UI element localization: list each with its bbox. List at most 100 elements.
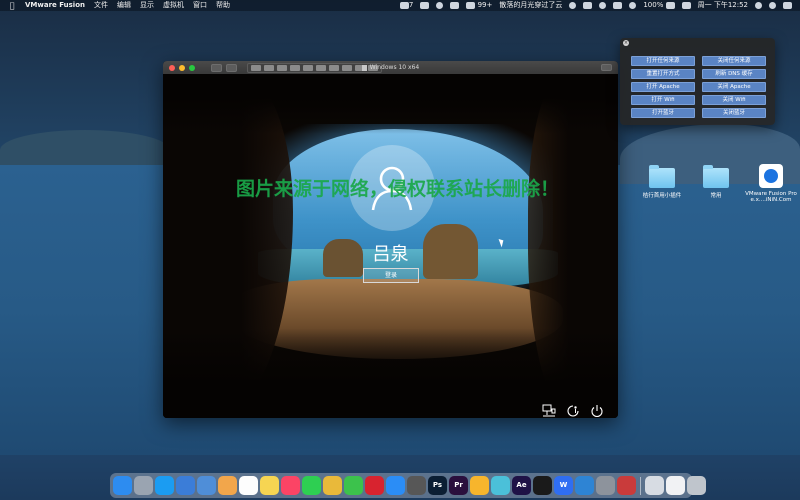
cave-ceiling xyxy=(163,74,618,134)
dock-launchpad-icon[interactable] xyxy=(134,476,153,495)
menu-edit[interactable]: 编辑 xyxy=(117,0,131,11)
dock: Ps Pr Ae W xyxy=(110,473,706,498)
panel-left-column: 打开任何来源 重置打开方式 打开 Apache 打开 Wifi 打开蓝牙 xyxy=(631,56,695,118)
vm-sound-icon[interactable] xyxy=(303,64,313,71)
lock-screen-system-icons xyxy=(542,404,604,418)
dock-chrome-blue-icon[interactable] xyxy=(197,476,216,495)
vm-more-icon[interactable] xyxy=(368,64,378,71)
watermark-text: 图片来源于网络，侵权联系站长删除！ xyxy=(236,178,560,200)
menu-view[interactable]: 显示 xyxy=(140,0,154,11)
disable-any-source-button[interactable]: 关闭任何来源 xyxy=(702,56,766,66)
dock-calendar-icon[interactable] xyxy=(239,476,258,495)
dock-music-icon[interactable] xyxy=(281,476,300,495)
shortcut-panel: × 打开任何来源 重置打开方式 打开 Apache 打开 Wifi 打开蓝牙 关… xyxy=(620,38,775,125)
dock-wechat-icon[interactable] xyxy=(344,476,363,495)
dock-xcode-tool-icon[interactable] xyxy=(491,476,510,495)
disable-wifi-button[interactable]: 关闭 Wifi xyxy=(702,95,766,105)
desktop-vmware-installer[interactable]: VMware Fusion Pro e.x....iNiN.Com xyxy=(743,164,799,203)
spotlight-search-icon[interactable] xyxy=(755,2,762,9)
dock-after-effects-icon[interactable]: Ae xyxy=(512,476,531,495)
window-zoom-button[interactable] xyxy=(189,64,195,71)
vm-settings-icon[interactable] xyxy=(251,64,261,71)
dock-messages-icon[interactable] xyxy=(302,476,321,495)
dock-sketch-icon[interactable] xyxy=(470,476,489,495)
dock-wps-icon[interactable]: W xyxy=(554,476,573,495)
status-music-icon[interactable] xyxy=(569,2,577,9)
dock-notes-icon[interactable] xyxy=(260,476,279,495)
panel-close-icon[interactable]: × xyxy=(623,40,629,46)
vm-network-icon[interactable] xyxy=(329,64,339,71)
dock-system-preferences-icon[interactable] xyxy=(596,476,615,495)
menu-vm[interactable]: 虚拟机 xyxy=(163,0,184,11)
reset-open-with-button[interactable]: 重置打开方式 xyxy=(631,69,695,79)
menu-file[interactable]: 文件 xyxy=(94,0,108,11)
status-vpn-icon[interactable] xyxy=(583,2,593,9)
dock-app-store-icon[interactable] xyxy=(386,476,405,495)
status-bluetooth-icon[interactable] xyxy=(613,2,623,9)
status-badge-icon[interactable]: 99+ xyxy=(466,0,492,11)
status-datetime[interactable]: 周一 下午12:52 xyxy=(698,0,748,11)
power-icon[interactable] xyxy=(590,404,604,418)
vm-printer-icon[interactable] xyxy=(342,64,352,71)
windows-lock-screen[interactable]: 吕泉 登录 xyxy=(163,74,618,418)
dock-photoshop-icon[interactable]: Ps xyxy=(428,476,447,495)
status-display-icon[interactable] xyxy=(450,2,460,9)
desktop-icon-label: 桔行首用小插件 xyxy=(642,193,682,199)
enable-bluetooth-button[interactable]: 打开蓝牙 xyxy=(631,108,695,118)
vm-library-icon[interactable] xyxy=(211,63,222,72)
flush-dns-button[interactable]: 刷新 DNS 缓存 xyxy=(702,69,766,79)
status-clock-icon[interactable] xyxy=(599,2,607,9)
vm-fullscreen-icon[interactable] xyxy=(601,64,612,71)
dock-netease-music-icon[interactable] xyxy=(365,476,384,495)
window-minimize-button[interactable] xyxy=(179,64,185,71)
dock-activity-monitor-icon[interactable] xyxy=(407,476,426,495)
status-qq-icon[interactable]: 7 xyxy=(399,0,413,11)
vm-arrows-icon[interactable] xyxy=(264,64,274,71)
dock-qq-mail-icon[interactable] xyxy=(176,476,195,495)
dock-safari-icon[interactable] xyxy=(155,476,174,495)
status-battery[interactable]: 100% xyxy=(643,0,675,11)
desktop-folder-plugins[interactable]: 桔行首用小插件 xyxy=(636,165,688,199)
vm-keyboard-icon[interactable] xyxy=(355,64,365,71)
stop-apache-button[interactable]: 关闭 Apache xyxy=(702,82,766,92)
desktop-icon-label: VMware Fusion Pro e.x....iNiN.Com xyxy=(745,191,797,203)
enable-any-source-button[interactable]: 打开任何来源 xyxy=(631,56,695,66)
dock-screen-share-icon[interactable] xyxy=(617,476,636,495)
dock-chrome-icon[interactable] xyxy=(323,476,342,495)
status-input-icon[interactable] xyxy=(681,2,691,9)
menu-help[interactable]: 帮助 xyxy=(216,0,230,11)
siri-icon[interactable] xyxy=(769,2,776,9)
dock-qq-icon[interactable] xyxy=(533,476,552,495)
vm-disk-icon[interactable] xyxy=(277,64,287,71)
window-close-button[interactable] xyxy=(169,64,175,71)
desktop-folder-common[interactable]: 常用 xyxy=(690,165,742,199)
vm-suspend-icon[interactable] xyxy=(226,63,237,72)
status-wechat-icon[interactable] xyxy=(420,2,430,9)
battery-percent: 100% xyxy=(643,1,664,9)
vm-camera-icon[interactable] xyxy=(290,64,300,71)
ease-of-access-icon[interactable] xyxy=(566,404,580,418)
dock-quicktime-icon[interactable] xyxy=(575,476,594,495)
vm-titlebar[interactable] xyxy=(163,61,618,74)
apple-menu-icon[interactable]:  xyxy=(7,0,17,11)
dock-finder-icon[interactable] xyxy=(113,476,132,495)
dock-photos-icon[interactable] xyxy=(218,476,237,495)
network-icon[interactable] xyxy=(542,404,556,418)
status-record-icon[interactable] xyxy=(436,2,444,9)
disable-bluetooth-button[interactable]: 关闭蓝牙 xyxy=(702,108,766,118)
notification-center-icon[interactable] xyxy=(783,2,792,9)
login-button[interactable]: 登录 xyxy=(363,268,419,283)
dock-downloads-stack-icon[interactable] xyxy=(645,476,664,495)
status-wifi-icon[interactable] xyxy=(629,2,637,9)
vm-usb-icon[interactable] xyxy=(316,64,326,71)
menu-window[interactable]: 窗口 xyxy=(193,0,207,11)
dock-trash-icon[interactable] xyxy=(687,476,706,495)
battery-icon xyxy=(665,1,675,9)
status-media-title[interactable]: 散落的月光穿过了云 xyxy=(499,0,562,11)
dock-premiere-icon[interactable]: Pr xyxy=(449,476,468,495)
lock-screen-username: 吕泉 xyxy=(372,244,409,265)
app-menu[interactable]: VMware Fusion xyxy=(25,0,85,11)
start-apache-button[interactable]: 打开 Apache xyxy=(631,82,695,92)
enable-wifi-button[interactable]: 打开 Wifi xyxy=(631,95,695,105)
dock-folder-stack-icon[interactable] xyxy=(666,476,685,495)
